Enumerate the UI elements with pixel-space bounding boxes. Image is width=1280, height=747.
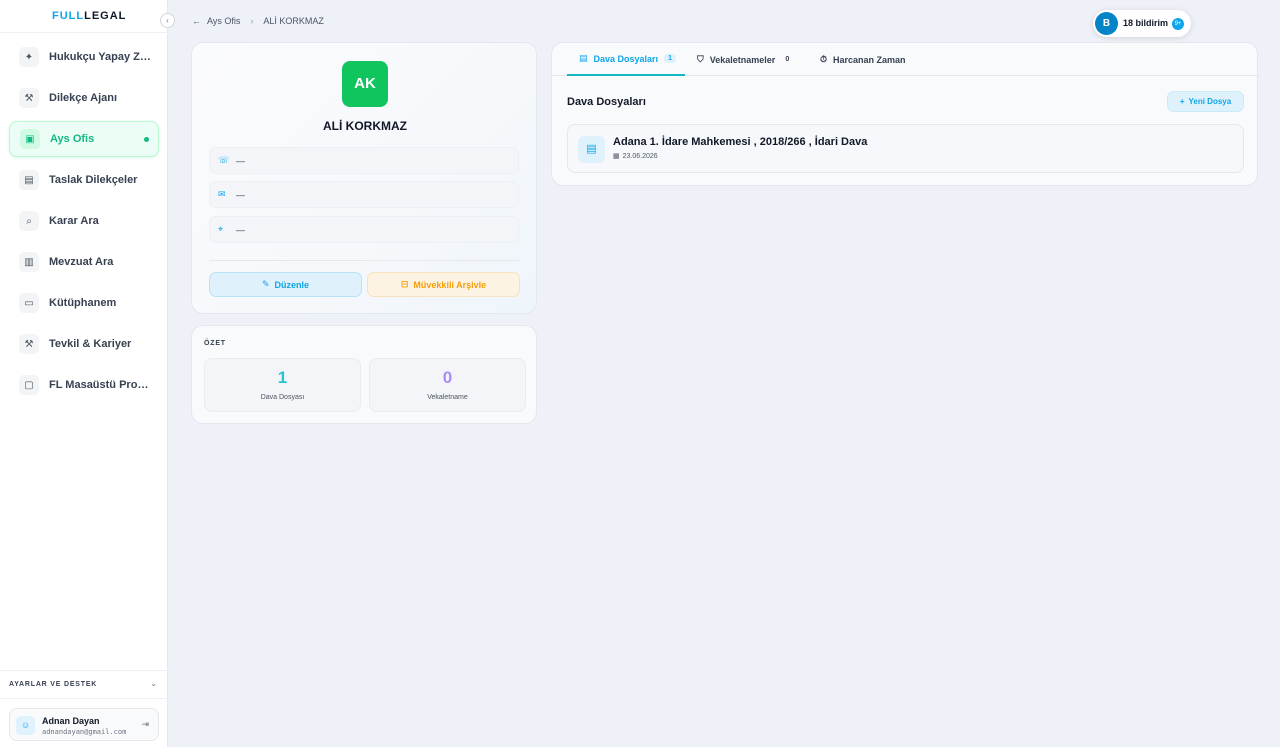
tab-count-badge: 1 (664, 54, 676, 63)
case-file-title: Adana 1. İdare Mahkemesi , 2018/266 , İd… (613, 136, 868, 148)
plus-icon: + (1179, 97, 1185, 106)
case-file-item[interactable]: ▤ Adana 1. İdare Mahkemesi , 2018/266 , … (567, 124, 1244, 173)
settings-support-label: AYARLAR VE DESTEK (9, 681, 98, 688)
notification-count-label: 18 bildirim (1123, 18, 1169, 28)
sidebar-item-label: Dilekçe Ajanı (49, 92, 118, 104)
sidebar-item-kutuphanem[interactable]: ▭ Kütüphanem (9, 285, 159, 321)
stat-power-of-attorney: 0 Vekaletname (369, 358, 526, 412)
document-icon: ▤ (19, 170, 39, 190)
sidebar-item-label: Hukukçu Yapay Zeka (49, 51, 153, 63)
sidebar-item-taslak-dilekceler[interactable]: ▤ Taslak Dilekçeler (9, 162, 159, 198)
user-email: adnandayan@gmail.com (42, 728, 127, 736)
sidebar: FULLLEGAL ✦ Hukukçu Yapay Zeka ⚒ Dilekçe… (0, 0, 168, 747)
sidebar-item-karar-ara[interactable]: ⌕ Karar Ara (9, 203, 159, 239)
gavel-icon: ⚒ (19, 334, 39, 354)
new-file-button[interactable]: + Yeni Dosya (1167, 91, 1244, 112)
sidebar-item-label: Mevzuat Ara (49, 256, 114, 268)
active-indicator-dot (144, 137, 149, 142)
book-icon: ▥ (19, 252, 39, 272)
tab-label: Vekaletnameler (709, 54, 776, 65)
chevron-down-icon: ⌄ (150, 679, 157, 688)
sidebar-divider (0, 32, 168, 33)
stat-case-files-value: 1 (277, 368, 288, 387)
sidebar-item-label: FL Masaüstü Programı (49, 379, 153, 391)
stat-power-of-attorney-label: Vekaletname (427, 394, 468, 401)
sidebar-item-fl-masaustu[interactable]: ▢ FL Masaüstü Programı (9, 367, 159, 403)
client-email: — (236, 190, 245, 200)
sidebar-item-hukukcu-yapay-zeka[interactable]: ✦ Hukukçu Yapay Zeka (9, 39, 159, 75)
archive-client-button[interactable]: ⊟ Müvekkili Arşivle (367, 272, 520, 297)
user-name: Adnan Dayan (42, 716, 100, 726)
tab-vekaletnameler[interactable]: ⛉ Vekaletnameler 0 (697, 43, 793, 76)
settings-support-toggle[interactable]: AYARLAR VE DESTEK ⌄ (0, 670, 168, 699)
briefcase-icon: ▣ (20, 129, 40, 149)
tab-label: Dava Dosyaları (593, 53, 659, 64)
client-phone-row: ☏ — (209, 147, 519, 174)
client-profile-card: AK ALİ KORKMAZ ☏ — ✉ — ⌖ — ✎ Düzenle ⊟ M… (191, 42, 537, 314)
hammer-icon: ⚒ (19, 88, 39, 108)
timer-icon: ⏱ (820, 54, 828, 64)
sidebar-item-tevkil-kariyer[interactable]: ⚒ Tevkil & Kariyer (9, 326, 159, 362)
client-name: ALİ KORKMAZ (323, 119, 407, 133)
stat-case-files-label: Dava Dosyası (260, 394, 305, 401)
document-icon: ▤ (579, 53, 588, 63)
sidebar-item-mevzuat-ara[interactable]: ▥ Mevzuat Ara (9, 244, 159, 280)
sidebar-item-label: Tevkil & Kariyer (49, 338, 132, 350)
case-files-panel: ▤ Dava Dosyaları 1 ⛉ Vekaletnameler 0 ⏱ … (551, 42, 1259, 186)
tab-label: Harcanan Zaman (833, 54, 906, 65)
case-files-title: Dava Dosyaları (567, 96, 646, 108)
sidebar-item-dilekce-ajani[interactable]: ⚒ Dilekçe Ajanı (9, 80, 159, 116)
case-file-date-row: ▦ 23.06.2026 (613, 152, 658, 161)
back-arrow-icon[interactable]: ← (192, 16, 201, 26)
tab-harcanan-zaman[interactable]: ⏱ Harcanan Zaman (820, 43, 906, 76)
mail-icon: ✉ (218, 189, 226, 199)
sidebar-item-label: Karar Ara (49, 215, 99, 227)
summary-card: ÖZET 1 Dava Dosyası 0 Vekaletname (191, 325, 537, 424)
breadcrumb: ← Ays Ofis › ALİ KORKMAZ (192, 16, 324, 26)
sidebar-collapse-button[interactable]: ‹ (160, 13, 175, 28)
notification-badge: 9+ (1172, 18, 1184, 30)
new-file-label: Yeni Dosya (1188, 97, 1232, 106)
client-email-row: ✉ — (209, 181, 519, 208)
notifications-button[interactable]: B 18 bildirim 9+ (1093, 10, 1191, 37)
client-address-row: ⌖ — (209, 216, 519, 243)
case-file-date: 23.06.2026 (622, 152, 658, 160)
breadcrumb-separator-icon: › (250, 16, 254, 26)
breadcrumb-parent-link[interactable]: Ays Ofis (207, 16, 240, 26)
client-phone: — (236, 156, 245, 166)
phone-icon: ☏ (218, 155, 230, 165)
profile-divider (209, 260, 519, 261)
breadcrumb-current: ALİ KORKMAZ (263, 16, 324, 26)
user-avatar-icon: ☺ (16, 716, 35, 735)
app-logo[interactable]: FULLLEGAL (52, 10, 126, 22)
location-pin-icon: ⌖ (218, 224, 224, 234)
edit-client-button[interactable]: ✎ Düzenle (209, 272, 362, 297)
archive-client-label: Müvekkili Arşivle (413, 279, 487, 290)
search-icon: ⌕ (19, 211, 39, 231)
desktop-icon: ▢ (19, 375, 39, 395)
archive-icon: ⊟ (400, 279, 409, 289)
pencil-icon: ✎ (261, 279, 270, 289)
stat-case-files: 1 Dava Dosyası (204, 358, 361, 412)
document-icon: ▤ (578, 136, 605, 163)
sidebar-item-ays-ofis[interactable]: ▣ Ays Ofis (9, 121, 159, 157)
folder-icon: ▭ (19, 293, 39, 313)
client-address: — (236, 225, 245, 235)
sidebar-item-label: Taslak Dilekçeler (49, 174, 138, 186)
edit-client-label: Düzenle (274, 279, 310, 290)
logout-icon[interactable]: ⇥ (141, 719, 149, 730)
notification-avatar: B (1095, 12, 1118, 35)
sidebar-item-label: Ays Ofis (50, 133, 95, 145)
tab-dava-dosyalari[interactable]: ▤ Dava Dosyaları 1 (567, 43, 685, 76)
sidebar-item-label: Kütüphanem (49, 297, 117, 309)
calendar-icon: ▦ (613, 153, 620, 160)
tab-bar: ▤ Dava Dosyaları 1 ⛉ Vekaletnameler 0 ⏱ … (552, 43, 1259, 76)
user-card[interactable]: ☺ Adnan Dayan adnandayan@gmail.com ⇥ (9, 708, 159, 741)
summary-title: ÖZET (204, 340, 226, 347)
stat-power-of-attorney-value: 0 (442, 368, 453, 387)
tab-count-badge: 0 (785, 56, 790, 63)
shield-icon: ⛉ (697, 54, 704, 64)
sparkle-icon: ✦ (19, 47, 39, 67)
client-avatar: AK (342, 61, 388, 107)
